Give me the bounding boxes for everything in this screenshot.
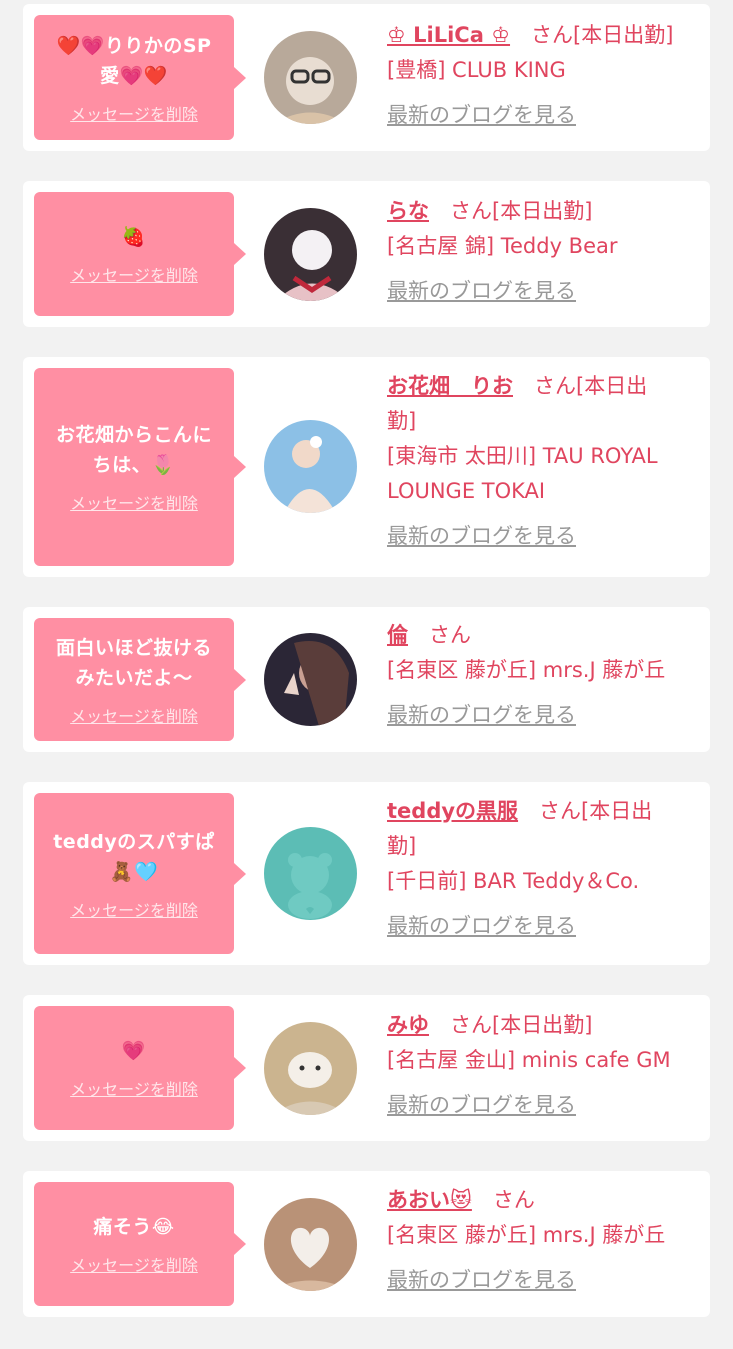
message-bubble: 💗 メッセージを削除 [34, 1006, 246, 1130]
message-card: 面白いほど抜ける みたいだよ〜 メッセージを削除 倫 さん [名東区 藤が丘] … [23, 607, 710, 752]
view-blog-link[interactable]: 最新のブログを見る [387, 909, 703, 944]
delete-message-link[interactable]: メッセージを削除 [70, 101, 198, 125]
shop-label: [名古屋 金山] minis cafe GM [387, 1048, 671, 1072]
status-label: [本日出勤] [492, 199, 593, 223]
profile-info: みゆ さん[本日出勤] [名古屋 金山] minis cafe GM 最新のブロ… [387, 1008, 703, 1123]
profile-info: 倫 さん [名東区 藤が丘] mrs.J 藤が丘 最新のブログを見る [387, 618, 703, 733]
teddy-bear-icon [264, 827, 357, 920]
delete-message-link[interactable]: メッセージを削除 [70, 262, 198, 286]
profile-name-link[interactable]: あおい😻 [387, 1188, 472, 1212]
profile-name-link[interactable]: ♔ LiLiCa ♔ [387, 23, 510, 47]
message-list: ❤️💗りりかのSP 愛💗❤️ メッセージを削除 ♔ LiLiCa ♔ さん[本日… [0, 0, 733, 1349]
avatar-photo [264, 420, 357, 513]
avatar-photo [264, 31, 357, 124]
avatar[interactable] [264, 208, 357, 301]
message-bubble: 🍓 メッセージを削除 [34, 192, 246, 316]
shop-label: [千日前] BAR Teddy＆Co. [387, 869, 640, 893]
message-bubble: 痛そう😂 メッセージを削除 [34, 1182, 246, 1306]
delete-message-link[interactable]: メッセージを削除 [70, 897, 198, 921]
shop-label-continued: LOUNGE TOKAI [387, 479, 546, 503]
message-bubble: ❤️💗りりかのSP 愛💗❤️ メッセージを削除 [34, 15, 246, 140]
delete-message-link[interactable]: メッセージを削除 [70, 1252, 198, 1276]
avatar-photo [264, 208, 357, 301]
status-label-continued: 勤] [387, 834, 417, 858]
delete-message-link[interactable]: メッセージを削除 [70, 703, 198, 727]
message-text: teddyのスパすぱ 🧸🩵 [53, 830, 215, 883]
view-blog-link[interactable]: 最新のブログを見る [387, 698, 703, 733]
status-label: [本日出勤] [492, 1013, 593, 1037]
profile-info: teddyの黒服 さん[本日出 勤] [千日前] BAR Teddy＆Co. 最… [387, 794, 703, 944]
status-label: [本日出 [576, 374, 648, 398]
san-suffix: さん [429, 623, 471, 647]
shop-label: [東海市 太田川] TAU ROYAL [387, 444, 658, 468]
message-card: 🍓 メッセージを削除 らな さん[本日出勤] [名古屋 錦] Teddy Bea… [23, 181, 710, 327]
avatar-photo [264, 1022, 357, 1115]
avatar[interactable] [264, 633, 357, 726]
avatar[interactable] [264, 420, 357, 513]
message-text: ❤️💗りりかのSP 愛💗❤️ [56, 34, 212, 87]
message-bubble: 面白いほど抜ける みたいだよ〜 メッセージを削除 [34, 618, 246, 741]
message-card: 💗 メッセージを削除 みゆ さん[本日出勤] [名古屋 金山] minis ca… [23, 995, 710, 1141]
message-card: teddyのスパすぱ 🧸🩵 メッセージを削除 teddyの黒服 さん[本日出 勤… [23, 782, 710, 965]
avatar[interactable] [264, 1198, 357, 1291]
profile-name-link[interactable]: らな [387, 199, 429, 223]
message-text: 面白いほど抜ける みたいだよ〜 [55, 636, 212, 689]
avatar[interactable] [264, 31, 357, 124]
view-blog-link[interactable]: 最新のブログを見る [387, 98, 703, 133]
shop-label: [名東区 藤が丘] mrs.J 藤が丘 [387, 658, 666, 682]
message-card: ❤️💗りりかのSP 愛💗❤️ メッセージを削除 ♔ LiLiCa ♔ さん[本日… [23, 4, 710, 151]
delete-message-link[interactable]: メッセージを削除 [70, 1076, 198, 1100]
message-text: 🍓 [121, 226, 147, 248]
status-label: [本日出勤] [573, 23, 674, 47]
delete-message-link[interactable]: メッセージを削除 [70, 490, 198, 514]
profile-name-link[interactable]: teddyの黒服 [387, 799, 518, 823]
status-label-continued: 勤] [387, 409, 417, 433]
shop-label: [名古屋 錦] Teddy Bear [387, 234, 618, 258]
avatar[interactable] [264, 827, 357, 920]
view-blog-link[interactable]: 最新のブログを見る [387, 1088, 703, 1123]
avatar-photo [264, 633, 357, 726]
san-suffix: さん [534, 374, 576, 398]
message-bubble: teddyのスパすぱ 🧸🩵 メッセージを削除 [34, 793, 246, 954]
view-blog-link[interactable]: 最新のブログを見る [387, 274, 703, 309]
shop-label: [豊橋] CLUB KING [387, 58, 566, 82]
message-card: 痛そう😂 メッセージを削除 あおい😻 さん [名東区 藤が丘] mrs.J 藤が… [23, 1171, 710, 1317]
san-suffix: さん [531, 23, 574, 47]
avatar-photo [264, 1198, 357, 1291]
profile-name-link[interactable]: みゆ [387, 1013, 429, 1037]
message-text: 💗 [121, 1040, 147, 1062]
message-card: お花畑からこんに ちは、🌷 メッセージを削除 お花畑 りお さん[本日出 勤] … [23, 357, 710, 577]
profile-info: らな さん[本日出勤] [名古屋 錦] Teddy Bear 最新のブログを見る [387, 194, 703, 309]
san-suffix: さん [492, 1188, 535, 1212]
profile-info: お花畑 りお さん[本日出 勤] [東海市 太田川] TAU ROYAL LOU… [387, 369, 703, 554]
status-label: [本日出 [581, 799, 653, 823]
san-suffix: さん [539, 799, 582, 823]
message-bubble: お花畑からこんに ちは、🌷 メッセージを削除 [34, 368, 246, 566]
message-text: 痛そう😂 [93, 1216, 175, 1238]
san-suffix: さん [450, 1013, 492, 1037]
profile-info: ♔ LiLiCa ♔ さん[本日出勤] [豊橋] CLUB KING 最新のブロ… [387, 18, 703, 133]
san-suffix: さん [450, 199, 492, 223]
avatar[interactable] [264, 1022, 357, 1115]
profile-info: あおい😻 さん [名東区 藤が丘] mrs.J 藤が丘 最新のブログを見る [387, 1183, 703, 1298]
shop-label: [名東区 藤が丘] mrs.J 藤が丘 [387, 1223, 666, 1247]
message-text: お花畑からこんに ちは、🌷 [55, 424, 212, 476]
profile-name-link[interactable]: 倫 [387, 623, 408, 647]
profile-name-link[interactable]: お花畑 りお [387, 374, 513, 398]
view-blog-link[interactable]: 最新のブログを見る [387, 519, 703, 554]
view-blog-link[interactable]: 最新のブログを見る [387, 1263, 703, 1298]
